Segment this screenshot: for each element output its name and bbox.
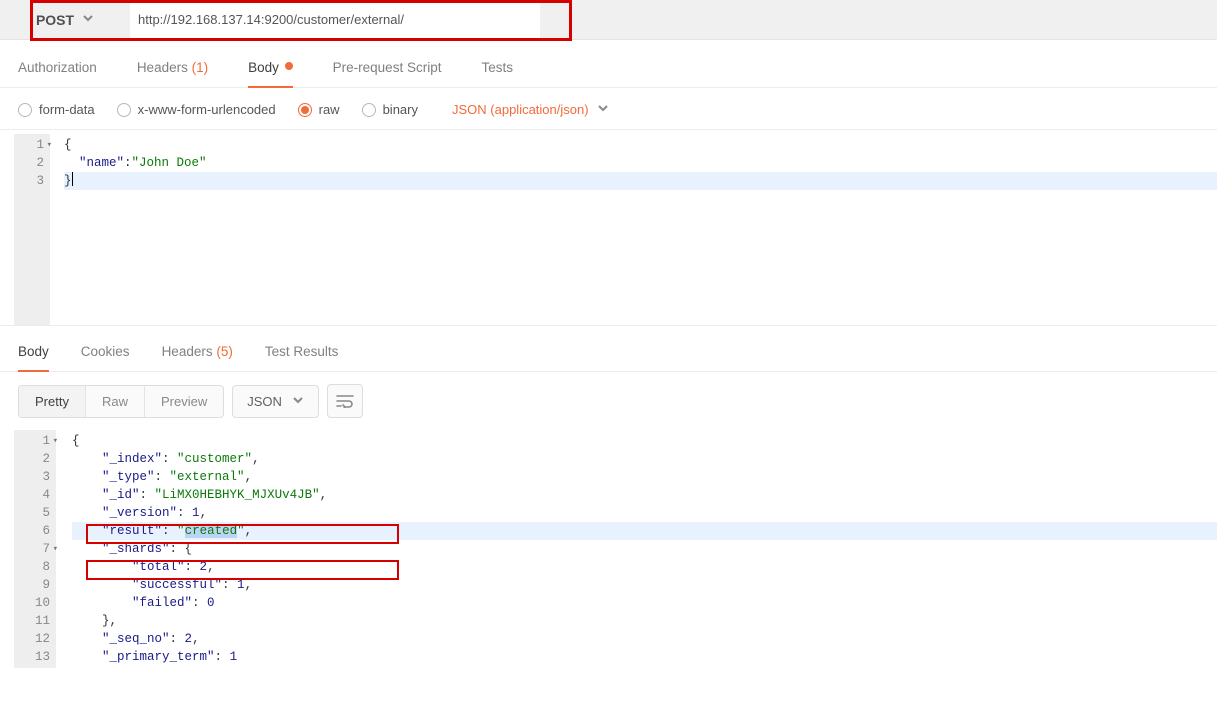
view-mode-preview[interactable]: Preview bbox=[145, 386, 223, 417]
request-tabs: Authorization Headers (1) Body Pre-reque… bbox=[0, 40, 1217, 88]
url-bar: POST bbox=[0, 0, 1217, 40]
tab-resp-body[interactable]: Body bbox=[18, 344, 49, 372]
http-method-label: POST bbox=[36, 12, 74, 28]
view-mode-group: Pretty Raw Preview bbox=[18, 385, 224, 418]
url-input[interactable] bbox=[130, 0, 540, 39]
body-type-row: form-data x-www-form-urlencoded raw bina… bbox=[0, 88, 1217, 130]
tab-resp-headers[interactable]: Headers (5) bbox=[162, 344, 233, 371]
chevron-down-icon bbox=[597, 102, 609, 117]
radio-urlencoded[interactable]: x-www-form-urlencoded bbox=[117, 102, 276, 117]
chevron-down-icon bbox=[82, 11, 94, 27]
dot-icon bbox=[285, 62, 293, 70]
content-type-dropdown[interactable]: JSON (application/json) bbox=[452, 102, 609, 117]
tab-resp-tests[interactable]: Test Results bbox=[265, 344, 339, 371]
tab-body[interactable]: Body bbox=[248, 60, 293, 88]
tab-authorization[interactable]: Authorization bbox=[18, 60, 97, 87]
tab-resp-cookies[interactable]: Cookies bbox=[81, 344, 130, 371]
editor-gutter: 12345678910111213 bbox=[14, 430, 56, 668]
url-field-wrap bbox=[130, 0, 1217, 39]
chevron-down-icon bbox=[292, 394, 304, 409]
view-mode-pretty[interactable]: Pretty bbox=[19, 386, 86, 417]
response-toolbar: Pretty Raw Preview JSON bbox=[0, 372, 1217, 430]
request-body-editor[interactable]: 123 { "name":"John Doe"} bbox=[0, 130, 1217, 326]
http-method-dropdown[interactable]: POST bbox=[0, 0, 130, 39]
tab-headers[interactable]: Headers (1) bbox=[137, 60, 208, 87]
response-tabs: Body Cookies Headers (5) Test Results bbox=[0, 326, 1217, 372]
radio-form-data[interactable]: form-data bbox=[18, 102, 95, 117]
tab-prerequest[interactable]: Pre-request Script bbox=[333, 60, 442, 87]
wrap-icon bbox=[336, 394, 354, 408]
response-format-dropdown[interactable]: JSON bbox=[232, 385, 319, 418]
editor-code: { "_index": "customer", "_type": "extern… bbox=[56, 430, 1217, 668]
response-body-editor[interactable]: 12345678910111213 { "_index": "customer"… bbox=[0, 430, 1217, 668]
editor-code[interactable]: { "name":"John Doe"} bbox=[50, 134, 1217, 325]
editor-gutter: 123 bbox=[14, 134, 50, 325]
view-mode-raw[interactable]: Raw bbox=[86, 386, 145, 417]
tab-tests[interactable]: Tests bbox=[481, 60, 513, 87]
radio-raw[interactable]: raw bbox=[298, 102, 340, 117]
radio-binary[interactable]: binary bbox=[362, 102, 418, 117]
wrap-lines-button[interactable] bbox=[327, 384, 363, 418]
